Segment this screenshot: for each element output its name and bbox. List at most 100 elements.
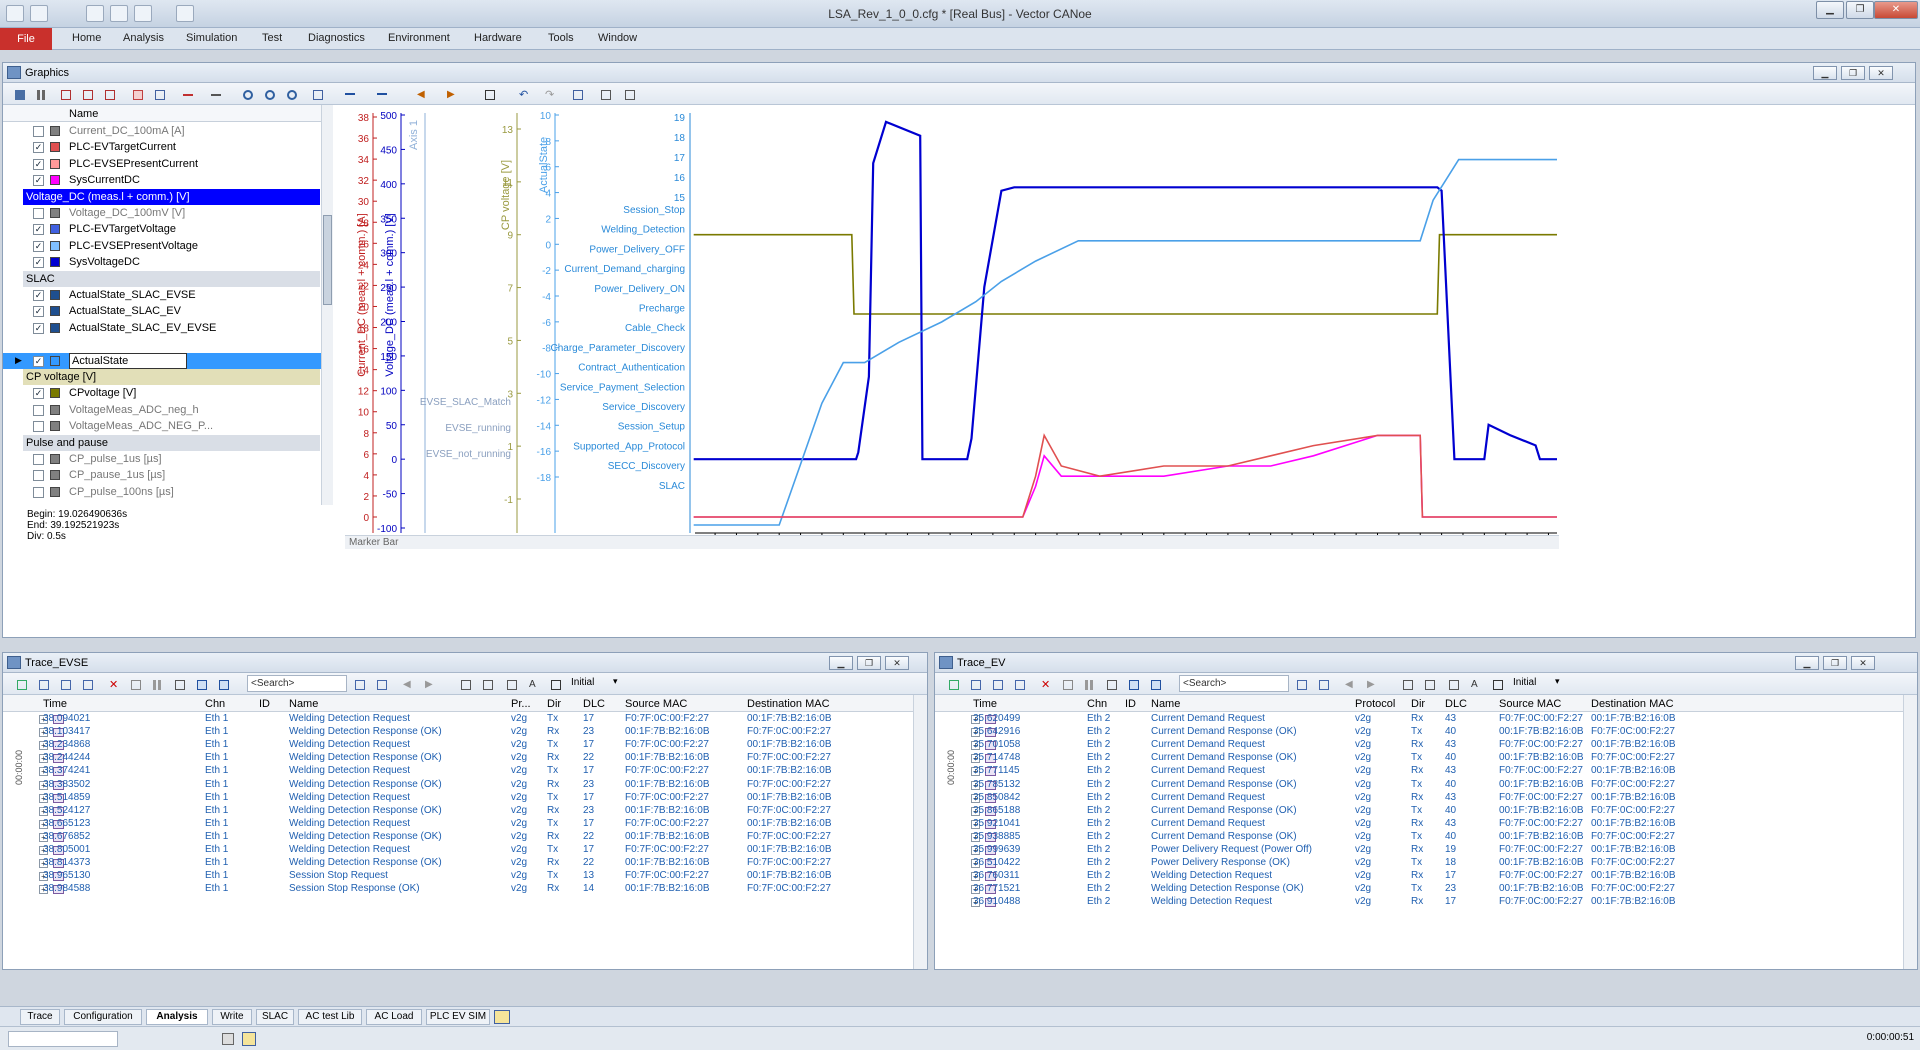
signal-visibility-checkbox[interactable]: ✓ [33, 290, 44, 301]
trace-ev-scrollbar[interactable] [1903, 695, 1917, 969]
menu-simulation[interactable]: Simulation [186, 32, 237, 44]
signal-visibility-checkbox[interactable]: ✓ [33, 224, 44, 236]
table-row[interactable]: +35.850842 Eth 2 Current Demand Request v2g… [935, 792, 1903, 805]
trace-evse-export-icon[interactable] [479, 676, 495, 692]
print-icon[interactable] [597, 86, 613, 102]
status-input[interactable] [8, 1031, 118, 1047]
signal-visibility-checkbox[interactable]: ✓ [33, 306, 44, 318]
signal-list-scrollbar[interactable] [321, 105, 333, 505]
menu-analysis[interactable]: Analysis [123, 32, 164, 44]
table-row[interactable]: +35.771145 Eth 2 Current Demand Request v2g… [935, 765, 1903, 778]
table-row[interactable]: +35.785132 Eth 2 Current Demand Response (… [935, 779, 1903, 792]
signal-row[interactable]: ✓ ActualState_SLAC_EV [3, 303, 321, 319]
table-row[interactable]: +38.814373 Eth 1 Welding Detection Respons… [3, 857, 913, 870]
signal-row[interactable]: CP_pulse_1us [µs] [3, 451, 321, 467]
trace-ev-font-icon[interactable]: A [1467, 676, 1483, 692]
trace-ev-clear-icon[interactable]: ✕ [1037, 676, 1053, 692]
signal-row[interactable]: ✓ PLC-EVTargetCurrent [3, 139, 321, 155]
signal-visibility-checkbox[interactable]: ✓ [33, 175, 44, 187]
signal-color-swatch[interactable] [50, 175, 60, 186]
table-row[interactable]: +36.910488 Eth 2 Welding Detection Request… [935, 896, 1903, 909]
trace-evse-pause-icon[interactable] [149, 676, 165, 692]
options-icon[interactable] [621, 86, 637, 102]
trace-evse-view-icon[interactable] [503, 676, 519, 692]
graphics-restore-button[interactable]: ❐ [1841, 66, 1865, 80]
signal-list-scroll-thumb[interactable] [323, 215, 332, 305]
table-row[interactable]: +35.865188 Eth 2 Current Demand Response (… [935, 805, 1903, 818]
signal-color-swatch[interactable] [50, 454, 60, 464]
signal-visibility-checkbox[interactable] [33, 470, 44, 482]
column-header[interactable]: Name [289, 698, 318, 710]
signal-visibility-checkbox[interactable] [33, 421, 44, 433]
signal-group-label[interactable]: CP voltage [V] [23, 369, 320, 385]
measure-icon[interactable] [129, 86, 145, 102]
new-desktop-icon[interactable] [494, 1010, 510, 1024]
trace-ev-mode-icon[interactable] [945, 676, 961, 692]
diff-cursor-icon[interactable] [373, 86, 389, 102]
trace-ev-filter-chevron-icon[interactable]: ▾ [1555, 676, 1560, 687]
signal-color-swatch[interactable] [50, 306, 60, 317]
undo-icon[interactable]: ↶ [515, 86, 531, 102]
trace-evse-clear-icon[interactable]: ✕ [105, 676, 121, 692]
trace-evse-scrollbar[interactable] [913, 695, 927, 969]
trace-evse-mode-icon[interactable] [13, 676, 29, 692]
signal-row[interactable]: ✓ ActualState_SLAC_EVSE [3, 287, 321, 303]
column-header[interactable]: Protocol [1355, 698, 1395, 710]
trace-evse-minimize-button[interactable]: ▁ [829, 656, 853, 670]
signal-visibility-checkbox[interactable]: ✓ [33, 142, 44, 154]
trace-evse-window-icon[interactable] [547, 676, 563, 692]
trace-ev-sort-icon[interactable] [1103, 676, 1119, 692]
signal-visibility-checkbox[interactable] [33, 454, 44, 465]
graphics-close-button[interactable]: ✕ [1869, 66, 1893, 80]
signal-visibility-checkbox[interactable] [33, 404, 44, 416]
trace-ev-layout-icon[interactable] [1399, 676, 1415, 692]
trace-ev-window-icon[interactable] [1489, 676, 1505, 692]
graphics-minimize-button[interactable]: ▁ [1813, 66, 1837, 80]
signal-plot[interactable]: Current_DC (meas.l + comm.) [A]383634323… [345, 105, 1559, 562]
table-row[interactable]: +38.665123 Eth 1 Welding Detection Request… [3, 818, 913, 831]
zoom-box-icon[interactable] [283, 86, 299, 102]
column-header[interactable]: Pr... [511, 698, 531, 710]
signal-visibility-checkbox[interactable]: ✓ [33, 355, 44, 367]
signal-mode-icon[interactable] [151, 86, 167, 102]
signal-row[interactable]: ✓ SysCurrentDC [3, 172, 321, 188]
trace-ev-find-prev-icon[interactable] [1315, 676, 1331, 692]
signal-color-swatch[interactable] [50, 404, 60, 415]
trace-ev-restore-button[interactable]: ❐ [1823, 656, 1847, 670]
column-header[interactable]: ID [259, 698, 270, 710]
column-header[interactable]: DLC [583, 698, 605, 710]
export-icon[interactable] [309, 86, 325, 102]
column-header[interactable]: Dir [547, 698, 561, 710]
signal-color-swatch[interactable] [50, 355, 60, 366]
signal-color-swatch[interactable] [50, 470, 60, 481]
trace-evse-find-icon[interactable] [79, 676, 95, 692]
trace-evse-nav-forward-icon[interactable]: ▶ [421, 676, 437, 692]
column-header[interactable]: Chn [1087, 698, 1107, 710]
signal-color-swatch[interactable] [50, 240, 60, 251]
trace-ev-minimize-button[interactable]: ▁ [1795, 656, 1819, 670]
zoom-out-icon[interactable] [261, 86, 277, 102]
fit-x-icon[interactable] [57, 86, 73, 102]
menu-window[interactable]: Window [598, 32, 637, 44]
fit-y-icon[interactable] [79, 86, 95, 102]
signal-row[interactable]: ▶ ✓ ActualState [3, 352, 321, 369]
table-row[interactable]: +36.510422 Eth 2 Power Delivery Response (… [935, 857, 1903, 870]
tab-configuration[interactable]: Configuration [64, 1009, 142, 1025]
signal-visibility-checkbox[interactable]: ✓ [33, 322, 44, 334]
column-header[interactable]: Time [43, 698, 67, 710]
window-layout-icon[interactable] [481, 86, 497, 102]
signal-visibility-checkbox[interactable] [33, 486, 44, 498]
trace-evse-search-icon[interactable] [351, 676, 367, 692]
menu-tools[interactable]: Tools [548, 32, 574, 44]
signal-color-swatch[interactable] [50, 208, 60, 218]
table-row[interactable]: +38.984588 Eth 1 Session Stop Response (OK… [3, 883, 913, 896]
column-header[interactable]: Chn [205, 698, 225, 710]
signal-visibility-checkbox[interactable] [33, 126, 44, 137]
table-row[interactable]: +38.094021 Eth 1 Welding Detection Request… [3, 713, 913, 726]
fit-all-icon[interactable] [101, 86, 117, 102]
trace-ev-filter-select[interactable]: Initial [1513, 677, 1536, 688]
close-button[interactable]: ✕ [1874, 1, 1918, 19]
signal-color-swatch[interactable] [50, 486, 60, 497]
trace-ev-filter-icon[interactable] [989, 676, 1005, 692]
signal-visibility-checkbox[interactable]: ✓ [33, 240, 44, 252]
